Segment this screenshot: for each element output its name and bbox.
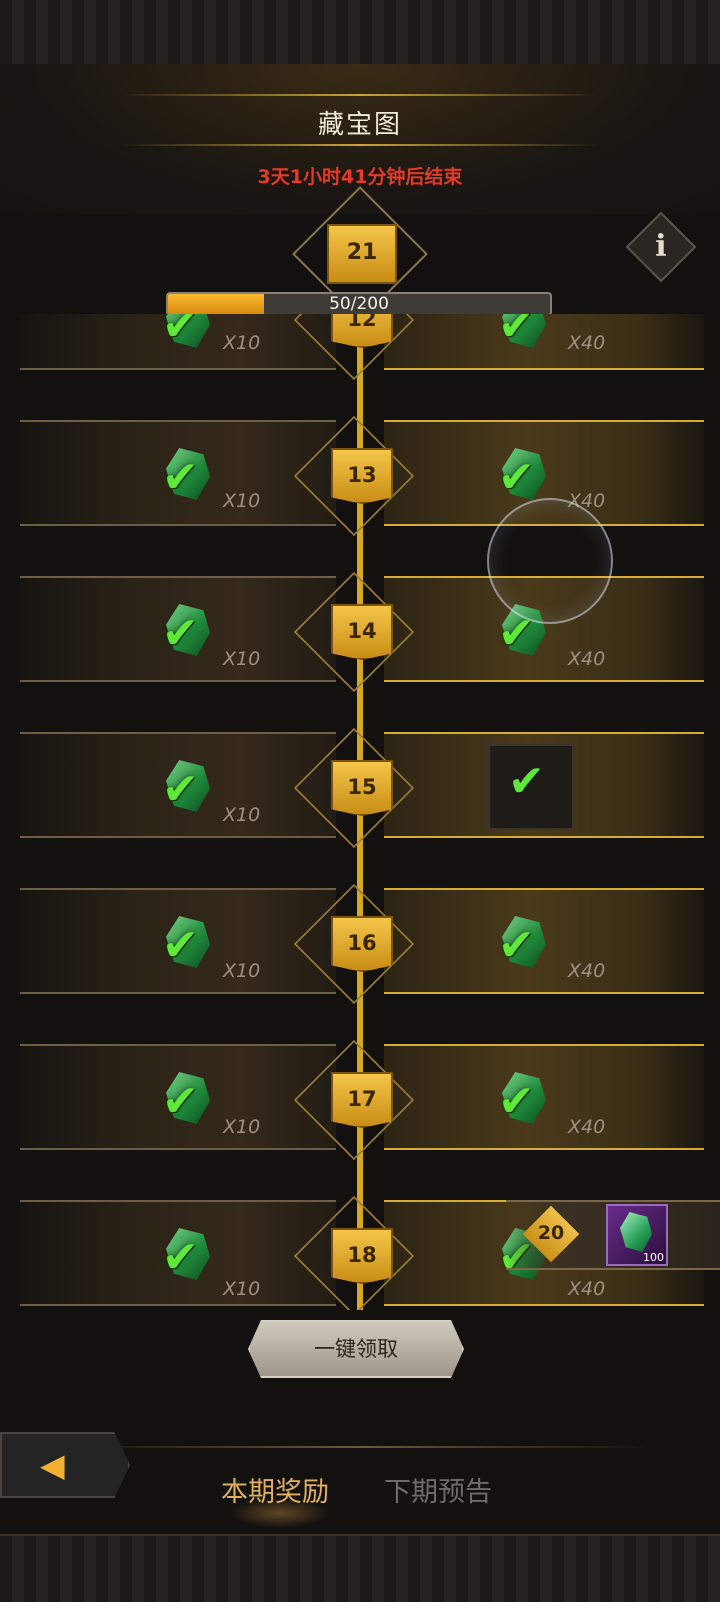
claimed-check-icon: ✔ xyxy=(162,314,199,351)
premium-reward-item[interactable]: ✔ xyxy=(488,744,574,830)
reward-row: 12 ✔ X10 ✔ X40 xyxy=(0,314,720,381)
free-reward-qty: X10 xyxy=(223,960,261,982)
premium-reward-qty: X40 xyxy=(568,1116,606,1138)
milestone-reward-item[interactable]: 100 xyxy=(606,1204,668,1266)
level-ribbon: 13 xyxy=(331,448,393,504)
reward-row: 14 ✔ X10 ✔ X40 xyxy=(0,571,720,693)
next-milestone-preview[interactable]: 20 100 xyxy=(506,1200,720,1270)
free-reward-item[interactable]: ✔ xyxy=(156,910,220,974)
level-ribbon: 18 xyxy=(331,1228,393,1284)
progress-bar: 50/200 xyxy=(166,292,552,316)
premium-reward-item[interactable]: ✔ xyxy=(492,314,556,354)
claimed-check-icon: ✔ xyxy=(498,1076,535,1127)
bottom-frame xyxy=(0,1534,720,1602)
touch-indicator xyxy=(487,498,613,624)
claimed-check-icon: ✔ xyxy=(498,452,535,503)
free-reward-item[interactable]: ✔ xyxy=(156,598,220,662)
claimed-check-icon: ✔ xyxy=(162,608,199,659)
free-reward-qty: X10 xyxy=(223,648,261,670)
back-button[interactable]: ◀ xyxy=(0,1432,130,1498)
free-reward-item[interactable]: ✔ xyxy=(156,754,220,818)
premium-reward-qty: X40 xyxy=(568,332,606,354)
free-reward-item[interactable]: ✔ xyxy=(156,1066,220,1130)
header-ornament xyxy=(120,144,600,146)
claimed-check-icon: ✔ xyxy=(162,452,199,503)
free-reward-item[interactable]: ✔ xyxy=(156,1222,220,1286)
premium-reward-item[interactable]: ✔ xyxy=(492,910,556,974)
tab-current-rewards[interactable]: 本期奖励 xyxy=(221,1470,329,1509)
free-reward-item[interactable]: ✔ xyxy=(156,314,220,354)
reward-row: 15 ✔ X10 ✔ xyxy=(0,727,720,849)
free-reward-qty: X10 xyxy=(223,804,261,826)
event-countdown: 3天1小时41分钟后结束 xyxy=(257,166,463,188)
info-button[interactable]: i xyxy=(625,211,697,283)
premium-reward-item[interactable]: ✔ xyxy=(492,1066,556,1130)
level-ribbon: 12 xyxy=(331,314,393,348)
reward-list[interactable]: 12 ✔ X10 ✔ X40 13 ✔ X10 ✔ X40 14 ✔ X10 ✔… xyxy=(0,314,720,1310)
top-frame xyxy=(0,0,720,66)
reward-row: 13 ✔ X10 ✔ X40 xyxy=(0,415,720,537)
info-icon: i xyxy=(655,229,667,264)
claimed-check-icon: ✔ xyxy=(508,756,545,807)
premium-reward-qty: X40 xyxy=(568,648,606,670)
progress-text: 50/200 xyxy=(329,294,389,314)
claimed-check-icon: ✔ xyxy=(162,1076,199,1127)
milestone-reward-count: 100 xyxy=(643,1251,664,1264)
claimed-check-icon: ✔ xyxy=(498,920,535,971)
milestone-level: 20 xyxy=(537,1222,565,1244)
tab-divider xyxy=(70,1446,650,1448)
current-level-badge: 21 xyxy=(327,224,397,284)
claimed-check-icon: ✔ xyxy=(162,1232,199,1283)
premium-reward-item[interactable]: ✔ xyxy=(492,442,556,506)
free-reward-item[interactable]: ✔ xyxy=(156,442,220,506)
free-reward-qty: X10 xyxy=(223,1116,261,1138)
premium-reward-qty: X40 xyxy=(568,960,606,982)
gem-icon xyxy=(620,1212,652,1252)
claimed-check-icon: ✔ xyxy=(162,764,199,815)
claimed-check-icon: ✔ xyxy=(162,920,199,971)
reward-row: 17 ✔ X10 ✔ X40 xyxy=(0,1039,720,1161)
tab-next-preview[interactable]: 下期预告 xyxy=(384,1470,492,1509)
free-reward-qty: X10 xyxy=(223,1278,261,1300)
level-ribbon: 17 xyxy=(331,1072,393,1128)
header-ornament xyxy=(120,94,600,96)
free-reward-qty: X10 xyxy=(223,332,261,354)
premium-reward-qty: X40 xyxy=(568,1278,606,1300)
claimed-check-icon: ✔ xyxy=(498,314,535,351)
claim-all-button[interactable]: 一键领取 xyxy=(248,1320,464,1378)
page-title: 藏宝图 xyxy=(317,110,402,140)
level-ribbon: 16 xyxy=(331,916,393,972)
level-ribbon: 14 xyxy=(331,604,393,660)
level-ribbon: 15 xyxy=(331,760,393,816)
free-reward-qty: X10 xyxy=(223,490,261,512)
back-arrow-icon: ◀ xyxy=(40,1446,65,1484)
reward-row: 16 ✔ X10 ✔ X40 xyxy=(0,883,720,1005)
